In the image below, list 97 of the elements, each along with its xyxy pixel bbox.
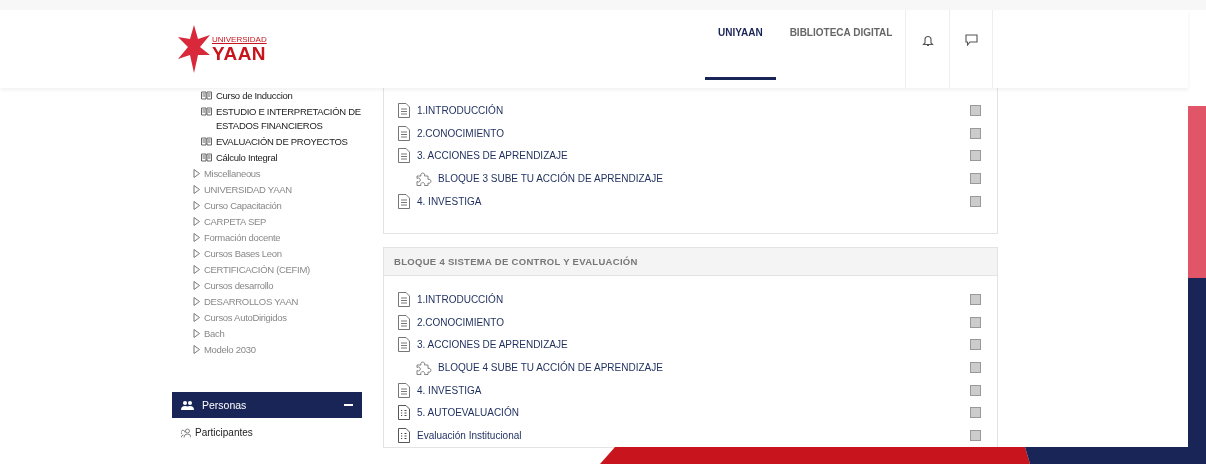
completion-checkbox[interactable] (970, 429, 981, 441)
document-icon (398, 148, 410, 164)
category-link[interactable]: Modelo 2030 (204, 342, 256, 358)
tree-item[interactable]: CARPETA SEP (172, 214, 362, 230)
expand-arrow-icon[interactable] (193, 265, 200, 274)
book-icon (201, 153, 212, 162)
expand-arrow-icon[interactable] (193, 233, 200, 242)
activity-link[interactable]: 4. INVESTIGA (417, 384, 970, 396)
nav-tab[interactable]: UNIYAAN (705, 10, 776, 80)
category-link[interactable]: Miscellaneous (204, 166, 261, 182)
activity-link[interactable]: 1.INTRODUCCIÓN (417, 104, 970, 116)
activity-link[interactable]: 5. AUTOEVALUACIÓN (417, 407, 970, 419)
category-link[interactable]: Cursos desarrollo (204, 278, 274, 294)
category-link[interactable]: Bach (204, 326, 225, 342)
checklist-document-icon (398, 405, 410, 421)
activity-link[interactable]: 3. ACCIONES DE APRENDIZAJE (417, 339, 970, 351)
nav-tab[interactable]: BIBLIOTECA DIGITAL (776, 10, 906, 80)
notification-bell-icon[interactable] (921, 33, 934, 47)
logo-subtitle: UNIVERSIDAD (212, 35, 267, 44)
completion-checkbox[interactable] (970, 407, 981, 419)
course-link[interactable]: Cálculo Integral (216, 150, 278, 166)
expand-arrow-icon[interactable] (193, 217, 200, 226)
category-link[interactable]: Cursos Bases Leon (204, 246, 282, 262)
people-icon (181, 400, 194, 410)
book-icon (201, 107, 212, 116)
completion-checkbox[interactable] (970, 127, 981, 139)
category-link[interactable]: UNIVERSIDAD YAAN (204, 182, 292, 198)
category-link[interactable]: Formación docente (204, 230, 281, 246)
activity-link[interactable]: 2.CONOCIMIENTO (417, 127, 970, 139)
activity-link[interactable]: 4. INVESTIGA (417, 195, 970, 207)
expand-arrow-icon[interactable] (193, 169, 200, 178)
block-title: Personas (202, 399, 248, 411)
tree-item[interactable]: Bach (172, 326, 362, 342)
block-header[interactable]: Personas (172, 392, 362, 418)
activity-link[interactable]: Evaluación Institucional (417, 429, 970, 441)
document-icon (398, 193, 410, 209)
puzzle-icon (416, 170, 433, 186)
completion-checkbox[interactable] (970, 293, 981, 305)
expand-arrow-icon[interactable] (193, 249, 200, 258)
course-link[interactable]: EVALUACIÓN DE PROYECTOS (216, 134, 348, 150)
star-logo-icon (178, 25, 210, 73)
tree-item[interactable]: ESTUDIO E INTERPRETACIÓN DE ESTADOS FINANCIEROS (172, 104, 374, 134)
document-icon (398, 125, 410, 141)
expand-arrow-icon[interactable] (193, 345, 200, 354)
completion-checkbox[interactable] (970, 172, 981, 184)
category-link[interactable]: CARPETA SEP (204, 214, 266, 230)
category-link[interactable]: DESARROLLOS YAAN (204, 294, 299, 310)
expand-arrow-icon[interactable] (193, 201, 200, 210)
participants-link[interactable]: Participantes (195, 427, 253, 438)
checklist-document-icon (398, 427, 410, 443)
completion-checkbox[interactable] (970, 339, 981, 351)
completion-checkbox[interactable] (970, 316, 981, 328)
tree-item[interactable]: Modelo 2030 (172, 342, 362, 358)
tree-item[interactable]: Curso de Induccion (172, 88, 374, 104)
tree-item[interactable]: Miscellaneous (172, 166, 362, 182)
book-icon (201, 137, 212, 146)
tree-item[interactable]: DESARROLLOS YAAN (172, 294, 362, 310)
category-link[interactable]: CERTIFICACIÓN (CEFIM) (204, 262, 310, 278)
expand-arrow-icon[interactable] (193, 281, 200, 290)
document-icon (398, 337, 410, 353)
tree-item[interactable]: Formación docente (172, 230, 362, 246)
course-link[interactable]: Curso de Induccion (216, 88, 293, 104)
completion-checkbox[interactable] (970, 150, 981, 162)
tree-item[interactable]: Curso Capacitación (172, 198, 362, 214)
tree-item[interactable]: UNIVERSIDAD YAAN (172, 182, 362, 198)
tree-item[interactable]: Cálculo Integral (172, 150, 374, 166)
document-icon (398, 382, 410, 398)
completion-checkbox[interactable] (970, 361, 981, 373)
chat-icon[interactable] (964, 34, 978, 46)
activity-link[interactable]: 1.INTRODUCCIÓN (417, 293, 970, 305)
category-link[interactable]: Cursos AutoDirigidos (204, 310, 287, 326)
completion-checkbox[interactable] (970, 195, 981, 207)
book-icon (201, 91, 212, 100)
section-title: BLOQUE 4 SISTEMA DE CONTROL Y EVALUACIÓN (384, 248, 997, 276)
logo-title: YAAN (212, 43, 267, 63)
tree-item[interactable]: Cursos Bases Leon (172, 246, 362, 262)
activity-link[interactable]: 3. ACCIONES DE APRENDIZAJE (417, 150, 970, 162)
completion-checkbox[interactable] (970, 384, 981, 396)
category-link[interactable]: Curso Capacitación (204, 198, 282, 214)
activity-link[interactable]: 2.CONOCIMIENTO (417, 316, 970, 328)
document-icon (398, 314, 410, 330)
tree-item[interactable]: Cursos AutoDirigidos (172, 310, 362, 326)
puzzle-icon (416, 359, 433, 375)
tree-item[interactable]: CERTIFICACIÓN (CEFIM) (172, 262, 362, 278)
expand-arrow-icon[interactable] (193, 329, 200, 338)
completion-checkbox[interactable] (970, 104, 981, 116)
activity-link[interactable]: BLOQUE 4 SUBE TU ACCIÓN DE APRENDIZAJE (438, 361, 970, 373)
expand-arrow-icon[interactable] (193, 185, 200, 194)
document-icon (398, 291, 410, 307)
document-icon (398, 102, 410, 118)
expand-arrow-icon[interactable] (193, 297, 200, 306)
expand-arrow-icon[interactable] (193, 313, 200, 322)
course-link[interactable]: ESTUDIO E INTERPRETACIÓN DE ESTADOS FINANCIEROS (216, 104, 374, 134)
tree-item[interactable]: EVALUACIÓN DE PROYECTOS (172, 134, 374, 150)
tree-item[interactable]: Cursos desarrollo (172, 278, 362, 294)
people-icon (181, 427, 191, 438)
activity-link[interactable]: BLOQUE 3 SUBE TU ACCIÓN DE APRENDIZAJE (438, 172, 970, 184)
